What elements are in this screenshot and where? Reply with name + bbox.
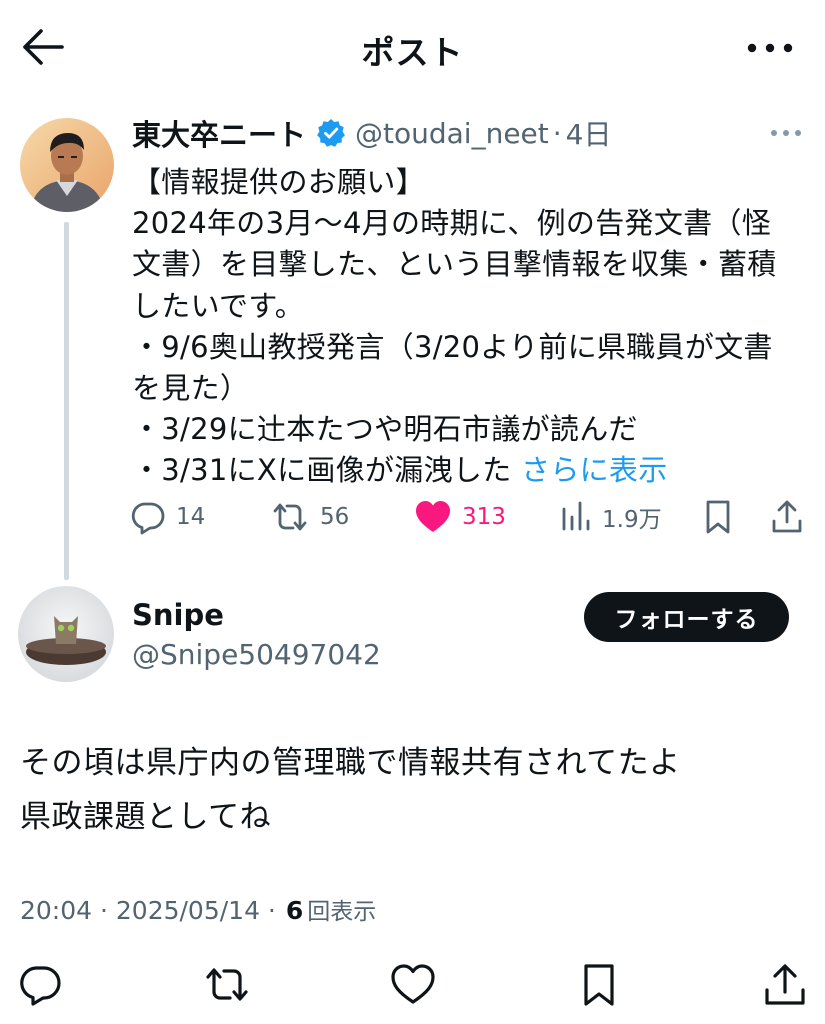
- thread-line: [64, 222, 69, 580]
- reply-text: その頃は県庁内の管理職で情報共有されてたよ 県政課題としてね: [20, 736, 810, 844]
- post-date[interactable]: 2025/05/14: [116, 896, 260, 925]
- reply-text-line: 県政課題としてね: [20, 799, 272, 835]
- post-time[interactable]: 20:04: [20, 896, 92, 925]
- repost-button[interactable]: 56: [270, 494, 349, 540]
- reply-icon[interactable]: [18, 962, 64, 1008]
- author-handle[interactable]: @Snipe50497042: [132, 638, 381, 671]
- more-options-icon[interactable]: [745, 30, 795, 66]
- post-text-line: を見た）: [132, 371, 250, 406]
- top-bar: ポスト: [0, 0, 825, 96]
- separator: ·: [259, 896, 284, 925]
- post-text-line: 文書）を目撃した、という目撃情報を収集・蓄積: [132, 247, 777, 282]
- post-meta: 20:04 · 2025/05/14 · 6 回表示: [20, 892, 376, 926]
- bookmark-button[interactable]: [702, 494, 734, 540]
- heart-filled-icon: [414, 499, 452, 535]
- bottom-action-bar: [0, 956, 825, 1016]
- repost-icon: [270, 499, 310, 535]
- views-count: 6: [285, 896, 304, 925]
- bookmark-icon: [702, 499, 734, 535]
- views-count: 1.9万: [602, 507, 662, 533]
- like-button[interactable]: 313: [414, 494, 506, 540]
- repost-count: 56: [320, 504, 350, 530]
- views-label: 回表示: [307, 899, 377, 925]
- post-time[interactable]: 4日: [566, 113, 612, 153]
- author-name[interactable]: Snipe: [132, 598, 224, 632]
- post-text-line: 2024年の3月～4月の時期に、例の告発文書（怪: [132, 206, 772, 241]
- separator: ·: [92, 896, 116, 925]
- share-button[interactable]: [770, 494, 804, 540]
- more-options-icon[interactable]: [769, 122, 803, 144]
- follow-button[interactable]: フォローする: [584, 592, 789, 642]
- post-text-line: ・9/6奥山教授発言（3/20より前に県職員が文書: [132, 329, 773, 364]
- views-button[interactable]: 1.9万: [560, 494, 662, 540]
- reply-button[interactable]: 14: [130, 494, 205, 540]
- post-text-line: 【情報提供のお願い】: [132, 165, 426, 199]
- like-count: 313: [462, 504, 506, 530]
- avatar[interactable]: [18, 586, 114, 682]
- show-more-link[interactable]: さらに表示: [521, 453, 668, 487]
- reply-text-line: その頃は県庁内の管理職で情報共有されてたよ: [20, 745, 681, 781]
- post-actions: 14 56 313 1.9万: [130, 494, 810, 540]
- share-icon: [770, 499, 804, 535]
- page-title: ポスト: [361, 33, 464, 72]
- post-text-line-last: ・3/31にXに画像が漏洩した さらに表示: [132, 450, 802, 491]
- reply-count: 14: [176, 504, 206, 530]
- post-header: 東大卒ニート @toudai_neet · 4日: [132, 113, 612, 153]
- author-handle[interactable]: @toudai_neet: [355, 117, 549, 150]
- reply-icon: [130, 499, 166, 535]
- avatar[interactable]: [20, 118, 114, 212]
- separator: ·: [552, 116, 562, 150]
- post-text-line: ・3/29に辻本たつや明石市議が読んだ: [132, 412, 638, 447]
- bookmark-icon[interactable]: [576, 962, 622, 1008]
- post-text-line: したいです。: [132, 288, 305, 323]
- author-name[interactable]: 東大卒ニート: [132, 112, 306, 154]
- repost-icon[interactable]: [204, 962, 250, 1008]
- share-icon[interactable]: [762, 962, 808, 1008]
- heart-icon[interactable]: [390, 962, 436, 1008]
- post-text-line: ・3/31にXに画像が漏洩した: [132, 453, 512, 488]
- post-text: 【情報提供のお願い】 2024年の3月～4月の時期に、例の告発文書（怪 文書）を…: [132, 162, 802, 492]
- views-chart-icon: [560, 499, 592, 535]
- verified-badge-icon: [316, 118, 346, 148]
